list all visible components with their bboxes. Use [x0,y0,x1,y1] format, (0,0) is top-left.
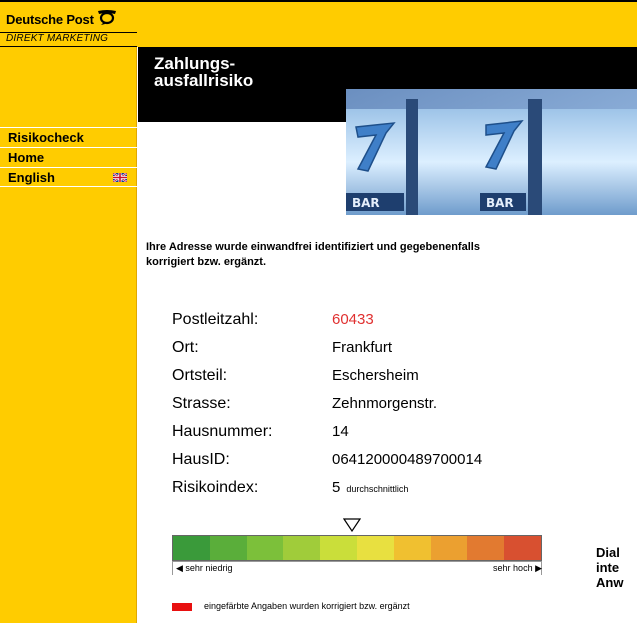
field-value-hausid: 064120000489700014 [332,451,483,468]
post-horn-icon [98,10,116,25]
svg-text:BAR: BAR [486,196,514,210]
field-value-postleitzahl: 60433 [332,311,374,328]
uk-flag-icon [113,173,127,182]
field-label: Ortsteil: [172,367,228,384]
field-value-ort: Frankfurt [332,339,393,356]
field-value-strasse: Zehnmorgenstr. [332,395,438,412]
scale-low-label: ◀ sehr niedrig [176,563,233,573]
logo-text: Deutsche Post [6,12,94,27]
scale-tick [172,561,173,575]
legend-swatch [172,603,192,611]
deutsche-post-logo[interactable]: Deutsche Post DIREKT MARKETING [0,2,137,47]
page-title: Zahlungs- ausfallrisiko [154,54,254,90]
field-row-strasse: Strasse: Zehnmorgenstr. [172,395,482,423]
risk-scale-segment [246,536,284,560]
risk-scale-segment [356,536,394,560]
field-row-ortsteil: Ortsteil: Eschersheim [172,367,482,395]
field-label: Ort: [172,339,199,356]
sidebar-nav: Risikocheck Home English [0,127,137,187]
scale-high-label: sehr hoch ▶ [493,563,542,573]
slot-machine-image: BAR BAR [346,89,637,215]
field-label: HausID: [172,451,230,468]
sidebar [0,0,137,623]
risk-scale-segment [467,536,505,560]
svg-text:BAR: BAR [352,196,380,210]
risk-scale-segment [504,536,541,560]
risk-scale [172,535,542,561]
risk-scale-segment [283,536,321,560]
risk-index-note: durchschnittlich [346,484,409,494]
sidebar-item-risikocheck[interactable]: Risikocheck [0,127,137,147]
field-row-hausid: HausID: 064120000489700014 [172,451,482,479]
sidebar-item-english[interactable]: English [0,167,137,187]
field-row-risikoindex: Risikoindex: 5 durchschnittlich [172,479,482,507]
field-value-risikoindex: 5 [332,479,341,496]
legend-text: eingefärbte Angaben wurden korrigiert bz… [204,601,410,611]
risk-marker-icon [343,518,361,532]
field-label: Strasse: [172,395,231,412]
field-row-hausnummer: Hausnummer: 14 [172,423,482,451]
scale-baseline [172,561,542,562]
risk-scale-segment [430,536,468,560]
address-fields: Postleitzahl: 60433 Ort: Frankfurt Ortst… [172,311,482,507]
field-value-hausnummer: 14 [332,423,349,440]
field-label: Hausnummer: [172,423,273,440]
risk-scale-segment [320,536,357,560]
result-message: Ihre Adresse wurde einwandfrei identifiz… [146,241,480,268]
risk-scale-segment [393,536,431,560]
field-row-postleitzahl: Postleitzahl: 60433 [172,311,482,339]
field-label: Postleitzahl: [172,311,259,328]
field-value-ortsteil: Eschersheim [332,367,419,384]
risk-scale-segment [173,536,210,560]
side-note: Dial inte Anw [596,545,624,590]
risk-scale-segment [209,536,247,560]
logo-subtitle: DIREKT MARKETING [6,33,109,44]
sidebar-item-home[interactable]: Home [0,147,137,167]
logo-divider [0,46,137,47]
field-label: Risikoindex: [172,479,259,496]
sidebar-item-label: English [8,170,55,185]
field-row-ort: Ort: Frankfurt [172,339,482,367]
